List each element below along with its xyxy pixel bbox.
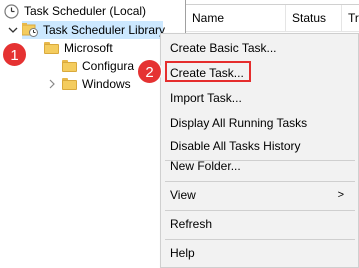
menu-item-help[interactable]: Help [161, 242, 358, 264]
step-badge-1: 1 [2, 42, 27, 67]
chevron-down-icon[interactable] [8, 25, 18, 35]
folder-icon [62, 60, 77, 72]
menu-item-display-all-running-tasks[interactable]: Display All Running Tasks [161, 112, 358, 134]
tree-item-label: Task Scheduler Library [43, 23, 166, 37]
navigation-tree: Task Scheduler (Local) Task Scheduler Li… [0, 0, 184, 268]
column-header-status[interactable]: Status [286, 5, 342, 32]
tree-item-label: Microsoft [64, 41, 113, 55]
menu-item-new-folder[interactable]: New Folder... [161, 155, 358, 177]
library-folder-clock-icon [21, 23, 38, 37]
folder-icon [62, 78, 77, 90]
chevron-right-icon[interactable] [47, 79, 57, 89]
menu-item-create-basic-task[interactable]: Create Basic Task... [161, 37, 358, 59]
tree-item-label: Windows [82, 77, 131, 91]
tree-item-task-scheduler-library[interactable]: Task Scheduler Library [21, 21, 166, 39]
column-header-triggers[interactable]: Tr [342, 5, 359, 32]
create-task-highlight [165, 61, 251, 82]
menu-separator [165, 239, 355, 240]
menu-item-import-task[interactable]: Import Task... [161, 87, 358, 109]
menu-separator [165, 181, 355, 182]
menu-item-disable-all-tasks-history[interactable]: Disable All Tasks History [161, 135, 358, 157]
column-header-name[interactable]: Name [186, 5, 286, 32]
tree-item-label: Configura [82, 59, 135, 73]
menu-item-view[interactable]: View > [161, 184, 358, 206]
clock-icon [4, 3, 19, 19]
folder-icon [44, 42, 59, 54]
step-badge-2: 2 [137, 59, 162, 84]
tree-item-label: Task Scheduler (Local) [24, 4, 147, 18]
chevron-right-icon: > [337, 189, 344, 201]
menu-item-refresh[interactable]: Refresh [161, 213, 358, 235]
tree-item-windows[interactable]: Windows [62, 75, 131, 93]
menu-item-label: View [170, 188, 196, 202]
tree-item-root[interactable]: Task Scheduler (Local) [4, 2, 146, 20]
task-list-header: Name Status Tr [186, 4, 359, 32]
menu-separator [165, 210, 355, 211]
tree-item-configura[interactable]: Configura [62, 57, 134, 75]
tree-item-microsoft[interactable]: Microsoft [44, 39, 113, 57]
